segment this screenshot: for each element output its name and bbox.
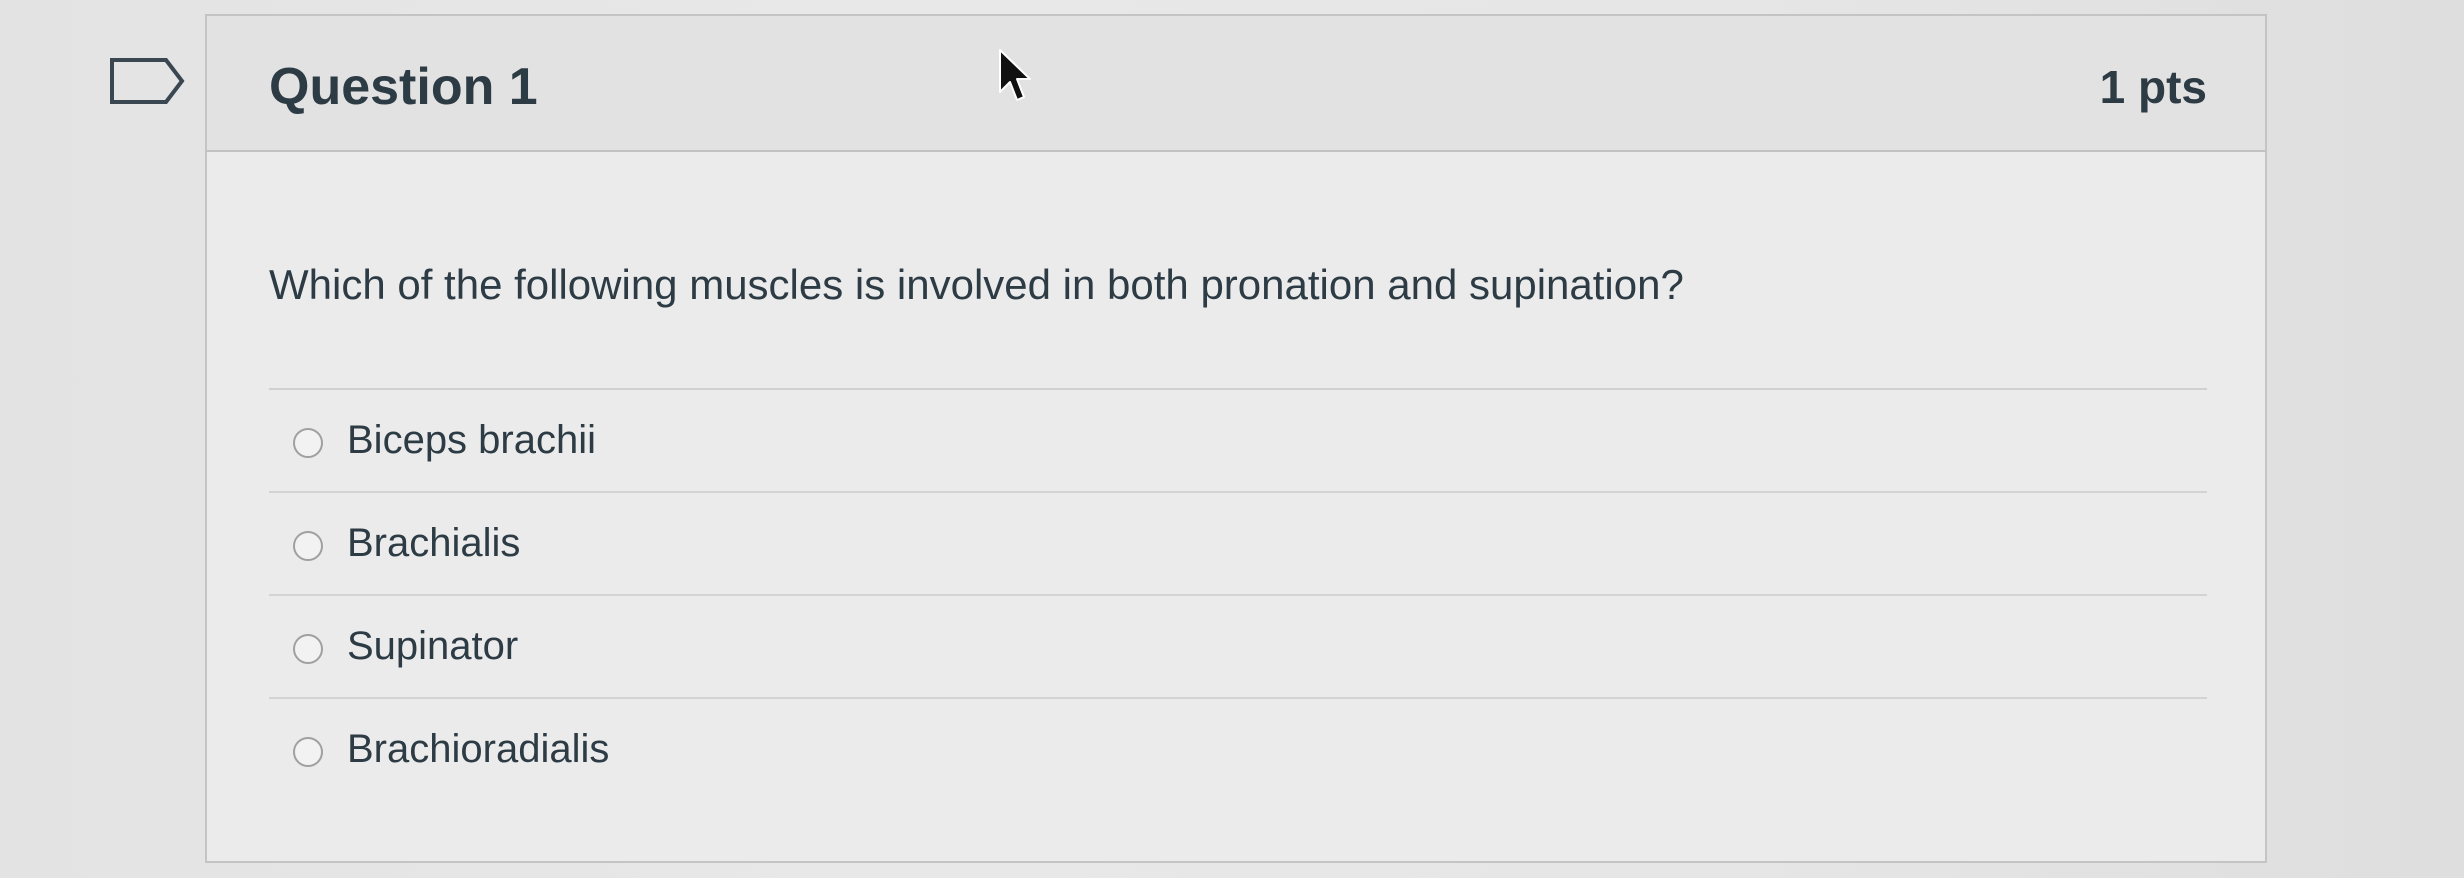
flag-question-icon[interactable] bbox=[108, 56, 188, 106]
answer-option-supinator[interactable]: Supinator bbox=[269, 596, 2207, 699]
answer-option-brachioradialis[interactable]: Brachioradialis bbox=[269, 699, 2207, 802]
radio-button[interactable] bbox=[293, 634, 323, 664]
answer-option-brachialis[interactable]: Brachialis bbox=[269, 493, 2207, 596]
mouse-pointer-icon bbox=[999, 49, 1031, 101]
answer-list: Biceps brachii Brachialis Supinator Brac… bbox=[269, 390, 2207, 802]
question-points: 1 pts bbox=[2099, 61, 2207, 113]
radio-button[interactable] bbox=[293, 531, 323, 561]
answer-label[interactable]: Brachioradialis bbox=[347, 725, 609, 773]
radio-button[interactable] bbox=[293, 737, 323, 767]
question-header: Question 1 1 pts bbox=[207, 16, 2265, 152]
question-body: Which of the following muscles is involv… bbox=[269, 152, 2207, 861]
answer-label[interactable]: Biceps brachii bbox=[347, 416, 596, 464]
answer-label[interactable]: Brachialis bbox=[347, 519, 520, 567]
question-text: Which of the following muscles is involv… bbox=[269, 261, 1684, 308]
answer-option-biceps-brachii[interactable]: Biceps brachii bbox=[269, 390, 2207, 493]
question-title: Question 1 bbox=[269, 58, 538, 116]
radio-button[interactable] bbox=[293, 428, 323, 458]
answer-label[interactable]: Supinator bbox=[347, 622, 518, 670]
question-card: Question 1 1 pts Which of the following … bbox=[205, 14, 2267, 863]
